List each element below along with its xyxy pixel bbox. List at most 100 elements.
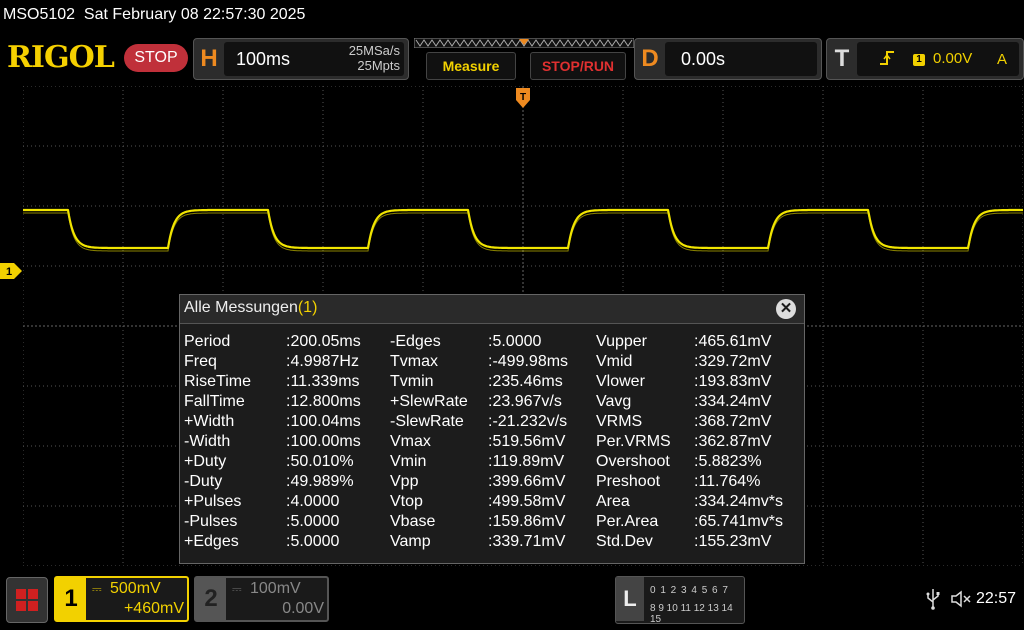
status-bar: MSO5102 Sat February 08 22:57:30 2025 — [0, 0, 1024, 30]
measurement-row: -Duty:49.989% — [184, 473, 384, 493]
measurement-value: :11.339ms — [286, 373, 360, 390]
measurement-row: +Duty:50.010% — [184, 453, 384, 473]
la-channels-row1: 0 1 2 3 4 5 6 7 — [650, 585, 729, 596]
measurement-value: :399.66mV — [488, 473, 566, 490]
measurement-value: :362.87mV — [694, 433, 772, 450]
measurement-row: Per.Area :65.741mv*s — [596, 513, 796, 533]
logic-analyzer-settings[interactable]: L 0 1 2 3 4 5 6 7 8 9 10 11 12 13 14 15 — [615, 576, 745, 625]
stop-run-button[interactable]: STOP/RUN — [530, 52, 626, 80]
rigol-logo: RIGOL — [7, 40, 115, 75]
measurement-row: -Pulses:5.0000 — [184, 513, 384, 533]
measurement-row: Vlower:193.83mV — [596, 373, 796, 393]
measurement-row: -Edges:5.0000 — [390, 333, 590, 353]
horizontal-letter: H — [200, 45, 218, 72]
measurement-value: :119.89mV — [488, 453, 565, 470]
measurement-value: :339.71mV — [488, 533, 566, 550]
measurement-title-text: Alle Messungen — [184, 299, 298, 316]
measurement-value: :159.86mV — [488, 513, 566, 530]
delay-inner: 0.00s — [665, 42, 817, 76]
trigger-level: 0.00V — [933, 50, 973, 67]
ch1-number: 1 — [56, 578, 86, 620]
measurement-value: :368.72mV — [694, 413, 772, 430]
delay-letter: D — [641, 45, 659, 72]
measurement-row: Freq :4.9987Hz — [184, 353, 384, 373]
measurement-name: Vpp — [390, 473, 419, 490]
measurement-value: :49.989% — [286, 473, 354, 490]
status-text: MSO5102 Sat February 08 22:57:30 2025 — [3, 6, 306, 23]
measurement-row: Vpp :399.66mV — [390, 473, 590, 493]
delay-value: 0.00s — [681, 49, 726, 69]
measurement-value: :11.764% — [694, 473, 761, 490]
ch1-ground-marker[interactable]: 1 — [0, 263, 22, 279]
delay-panel[interactable]: D 0.00s — [634, 38, 822, 80]
measurement-value: :329.72mV — [694, 353, 772, 370]
ch2-settings[interactable]: 2 ⎓ 100mV 0.00V — [194, 576, 329, 622]
measurement-value: :519.56mV — [488, 433, 566, 450]
measurement-column: Period:200.05ms Freq:4.9987Hz RiseTime:11.… — [184, 333, 384, 553]
sample-rate: 25MSa/s — [348, 43, 400, 58]
measurement-value: :4.0000 — [286, 493, 340, 510]
measurement-row: +Edges:5.0000 — [184, 533, 384, 553]
ch2-scale: 100mV — [250, 580, 301, 597]
measurement-name: Vmid — [596, 353, 633, 370]
measurement-value: :499.58mV — [488, 493, 566, 510]
speaker-muted-icon[interactable] — [951, 590, 973, 608]
ch1-settings[interactable]: 1 ⎓ 500mV +460mV — [54, 576, 189, 622]
measurement-value: :334.24mv*s — [694, 493, 783, 510]
main-menu-button[interactable] — [6, 577, 48, 623]
close-icon[interactable]: ✕ — [776, 299, 796, 319]
measurement-row: Overshoot:5.8823% — [596, 453, 796, 473]
measurement-row: -Width:100.00ms — [184, 433, 384, 453]
measurement-name: +Pulses — [184, 493, 242, 510]
measurement-value: :-499.98ms — [488, 353, 569, 370]
measurement-value: :334.24mV — [694, 393, 772, 410]
measurement-value: :465.61mV — [694, 333, 772, 350]
measurement-value: :100.00ms — [286, 433, 361, 450]
trigger-panel[interactable]: T 1 0.00V A — [826, 38, 1024, 80]
timebase-value: 100ms — [236, 49, 291, 69]
measurement-row: Vmax:519.56mV — [390, 433, 590, 453]
ch2-number: 2 — [196, 578, 226, 620]
measurement-row: Vupper:465.61mV — [596, 333, 796, 353]
measurement-name: Area — [596, 493, 630, 510]
measurement-value: :65.741mv*s — [694, 513, 783, 530]
measurement-row: Period:200.05ms — [184, 333, 384, 353]
measurement-name: Per.Area — [596, 513, 659, 530]
trigger-position-marker[interactable]: T — [516, 88, 530, 108]
ch1-scale: 500mV — [110, 580, 161, 597]
measurement-row: Per.VRMS:362.87mV — [596, 433, 796, 453]
measurement-row: Vamp :339.71mV — [390, 533, 590, 553]
measurement-column: -Edges:5.0000 Tvmax:-499.98ms Tvmin:235.46… — [390, 333, 590, 553]
measurement-title: Alle Messungen(1) — [184, 299, 317, 317]
ch1-offset: +460mV — [123, 600, 184, 617]
measurement-name: Tvmax — [390, 353, 438, 370]
measurement-row: +Width :100.04ms — [184, 413, 384, 433]
measurement-name: Vlower — [596, 373, 645, 390]
clock: 22:57 — [976, 590, 1017, 607]
measurement-value: :5.0000 — [286, 513, 340, 530]
measurement-value: :4.9987Hz — [286, 353, 359, 370]
measurement-row: +Pulses :4.0000 — [184, 493, 384, 513]
measurement-name: +Width — [184, 413, 235, 430]
measurement-name: Vamp — [390, 533, 431, 550]
ch1-coupling-icon: ⎓ — [92, 582, 102, 596]
measurement-name: Freq — [184, 353, 217, 370]
rising-edge-icon — [880, 51, 894, 65]
measurement-value: :5.8823% — [694, 453, 762, 470]
measurement-window: Alle Messungen(1) ✕ Period:200.05ms Freq:… — [179, 294, 805, 564]
measurement-row: -SlewRate:-21.232v/s — [390, 413, 590, 433]
measurement-row: Vmin :119.89mV — [390, 453, 590, 473]
measure-button[interactable]: Measure — [426, 52, 516, 80]
horizontal-inner: 100ms 25MSa/s 25Mpts — [224, 42, 404, 76]
grid-menu-icon — [16, 589, 38, 611]
measurement-name: Vmin — [390, 453, 427, 470]
sample-info: 25MSa/s 25Mpts — [324, 43, 400, 73]
measurement-value: :-21.232v/s — [488, 413, 568, 430]
ch2-offset: 0.00V — [282, 600, 324, 617]
horizontal-panel[interactable]: H 100ms 25MSa/s 25Mpts — [193, 38, 409, 80]
measurement-value: :100.04ms — [286, 413, 361, 430]
measurement-value: :235.46ms — [488, 373, 563, 390]
measurement-name: Preshoot — [596, 473, 661, 490]
trigger-letter: T — [834, 45, 850, 72]
measurement-row: Std.Dev:155.23mV — [596, 533, 796, 553]
